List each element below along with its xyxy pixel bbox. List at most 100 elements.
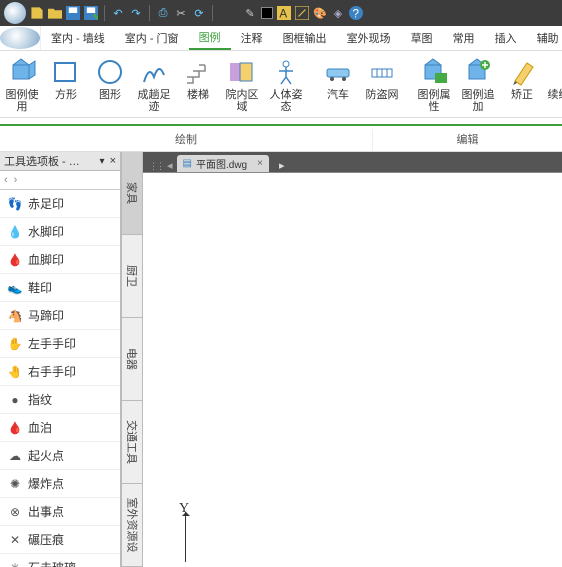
document-tab[interactable]: ▤ 平面图.dwg ×	[177, 155, 269, 172]
ribbon-button[interactable]: 图例属性	[412, 51, 456, 117]
list-item[interactable]: ☁起火点	[0, 442, 120, 470]
save-icon[interactable]	[66, 6, 80, 20]
ribbon-icon	[183, 57, 213, 87]
undo-icon[interactable]: ↶	[111, 6, 125, 20]
edit-box-icon[interactable]	[295, 6, 309, 20]
refresh-icon[interactable]: ⟳	[192, 6, 206, 20]
chevron-right-icon[interactable]: ▸	[279, 159, 285, 172]
ribbon-button[interactable]: 图形	[88, 51, 132, 117]
list-item[interactable]: 👟鞋印	[0, 274, 120, 302]
menu-item[interactable]: 室外现场	[337, 26, 401, 50]
cut-icon[interactable]: ✂	[174, 6, 188, 20]
item-label: 赤足印	[28, 195, 64, 212]
ribbon-button[interactable]: 续绘成趟足迹	[544, 51, 562, 117]
palette-icon[interactable]: 🎨	[313, 6, 327, 20]
chevron-left-icon[interactable]: ‹	[4, 174, 8, 186]
vertical-tab[interactable]: 交通工具	[122, 401, 142, 484]
ribbon-button[interactable]: 人体姿态	[264, 51, 308, 117]
app-icon	[4, 2, 26, 24]
open-icon[interactable]	[48, 6, 62, 20]
item-label: 左手手印	[28, 335, 76, 352]
ribbon-button[interactable]: 方形	[44, 51, 88, 117]
list-item[interactable]: 👣赤足印	[0, 190, 120, 218]
ribbon-label: 楼梯	[187, 89, 209, 101]
list-item[interactable]: 🐴马蹄印	[0, 302, 120, 330]
vertical-tab[interactable]: 家具	[122, 152, 142, 235]
ribbon-label: 防盗网	[366, 89, 399, 101]
item-icon: ✺	[8, 477, 22, 491]
menu-item[interactable]: 草图	[401, 26, 443, 50]
ribbon-icon	[419, 57, 449, 87]
item-icon: ●	[8, 393, 22, 407]
ribbon-button[interactable]: 矫正	[500, 51, 544, 117]
black-swatch[interactable]	[261, 7, 273, 19]
menu-item[interactable]: 插入	[485, 26, 527, 50]
saveas-icon[interactable]	[84, 6, 98, 20]
vertical-tab[interactable]: 厨卫	[122, 235, 142, 318]
item-icon: ✋	[8, 337, 22, 351]
ribbon-label: 续绘成趟足迹	[547, 89, 562, 113]
ribbon-button[interactable]: 图例追加	[456, 51, 500, 117]
list-item[interactable]: 🤚右手手印	[0, 358, 120, 386]
ribbon-button[interactable]: 楼梯	[176, 51, 220, 117]
ribbon-button[interactable]: 汽车	[316, 51, 360, 117]
document-name: 平面图.dwg	[196, 156, 247, 171]
ribbon-icon	[271, 57, 301, 87]
drawing-canvas[interactable]: Y	[143, 172, 562, 567]
chevron-left-icon[interactable]: ◂	[167, 159, 173, 172]
pen-icon[interactable]: ✎	[243, 6, 257, 20]
vertical-tabs: 家具厨卫电器交通工具室外资源设	[121, 152, 143, 567]
ribbon-label: 汽车	[327, 89, 349, 101]
menu-item[interactable]: 图框输出	[273, 26, 337, 50]
list-item[interactable]: ✋ 左手手印	[0, 330, 120, 358]
ribbon-label: 图形	[99, 89, 121, 101]
text-a-icon[interactable]: A	[277, 6, 291, 20]
chevron-right-icon[interactable]: ›	[14, 174, 18, 186]
app-menu-icon[interactable]	[0, 26, 41, 50]
redo-icon[interactable]: ↷	[129, 6, 143, 20]
menu-item[interactable]: 注释	[231, 26, 273, 50]
item-icon: ✳	[8, 561, 22, 567]
ribbon-button[interactable]: 院内区域	[220, 51, 264, 117]
ribbon-label: 方形	[55, 89, 77, 101]
item-icon: 🤚	[8, 365, 22, 379]
list-item[interactable]: ✕碾压痕	[0, 526, 120, 554]
vertical-tab[interactable]: 电器	[122, 318, 142, 401]
item-icon: 👟	[8, 281, 22, 295]
close-icon[interactable]: ×	[110, 155, 116, 167]
print-icon[interactable]: ⎙	[156, 6, 170, 20]
ribbon-button[interactable]: 成趟足迹	[132, 51, 176, 117]
item-label: 出事点	[28, 503, 64, 520]
panel-header[interactable]: 工具选项板 - … ▾ ×	[0, 152, 120, 171]
new-icon[interactable]	[30, 6, 44, 20]
panel-menu-icon[interactable]: ▾	[100, 156, 106, 167]
menu-item[interactable]: 图例	[189, 26, 231, 50]
item-label: 水脚印	[28, 223, 64, 240]
ribbon-label: 图例追加	[458, 89, 498, 113]
help-icon[interactable]: ?	[349, 6, 363, 20]
ribbon-icon	[367, 57, 397, 87]
menu-item[interactable]: 常用	[443, 26, 485, 50]
ribbon-icon	[463, 57, 493, 87]
list-item[interactable]: ⊗出事点	[0, 498, 120, 526]
list-item[interactable]: 💧水脚印	[0, 218, 120, 246]
menu-item[interactable]: 室内 - 墙线	[41, 26, 115, 50]
item-icon: 🩸	[8, 421, 22, 435]
vertical-tab[interactable]: 室外资源设	[122, 484, 142, 567]
menu-item[interactable]: 辅助	[527, 26, 562, 50]
tool-option-panel: 工具选项板 - … ▾ × ‹ › 👣赤足印💧水脚印🩸血脚印👟鞋印🐴马蹄印 ✋ 左手…	[0, 152, 121, 567]
dwg-icon: ▤	[183, 158, 192, 169]
separator	[149, 5, 150, 21]
menubar: 室内 - 墙线室内 - 门窗图例注释图框输出室外现场草图常用插入辅助	[0, 26, 562, 51]
drag-handle-icon[interactable]: ⋮⋮	[149, 161, 163, 172]
list-item[interactable]: 🩸血脚印	[0, 246, 120, 274]
list-item[interactable]: ✺爆炸点	[0, 470, 120, 498]
menu-item[interactable]: 室内 - 门窗	[115, 26, 189, 50]
ribbon-button[interactable]: 图例使用	[0, 51, 44, 117]
ribbon-button[interactable]: 防盗网	[360, 51, 404, 117]
vertical-tab-label: 交通工具	[124, 420, 140, 464]
close-icon[interactable]: ×	[257, 158, 263, 169]
dice-icon[interactable]: ◈	[331, 6, 345, 20]
list-item[interactable]: ●指纹	[0, 386, 120, 414]
list-item[interactable]: 🩸血泊	[0, 414, 120, 442]
